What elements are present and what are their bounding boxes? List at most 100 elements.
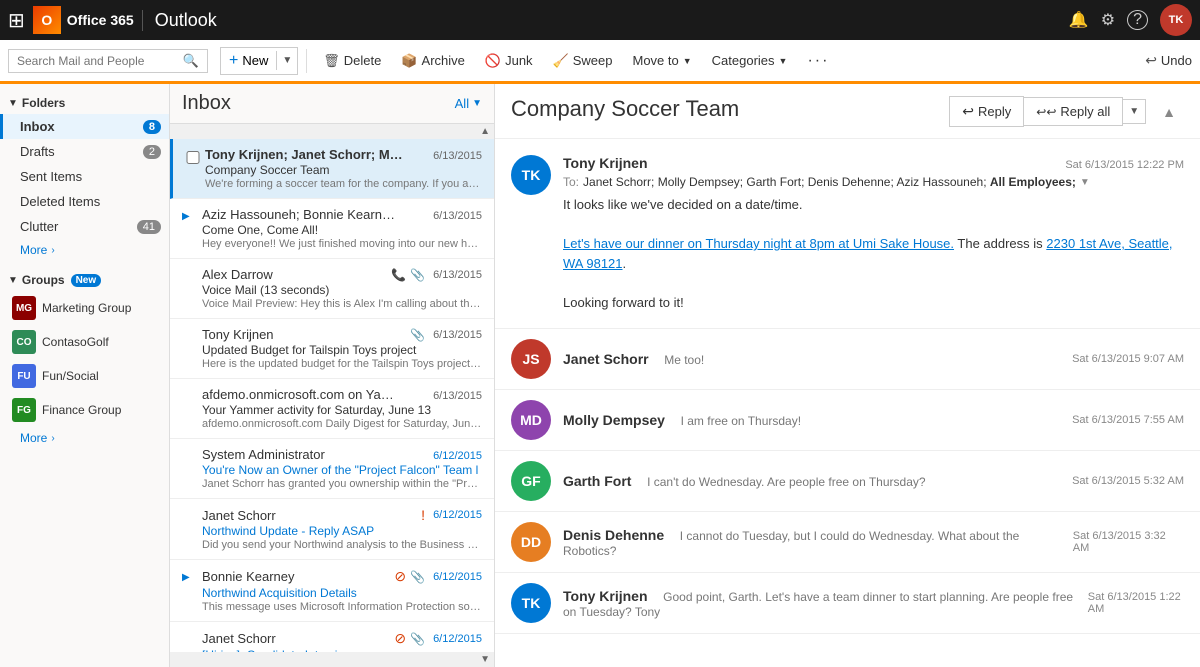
message-item-4[interactable]: GF Garth Fort I can't do Wednesday. Are … bbox=[495, 451, 1200, 512]
msg-sender-3: Molly Dempsey bbox=[563, 412, 665, 428]
folders-more-link[interactable]: More › bbox=[0, 239, 169, 261]
email-subject-3: Voice Mail (13 seconds) bbox=[202, 283, 329, 297]
inbox-count: 8 bbox=[143, 120, 161, 134]
main-layout: ▼ Folders Inbox 8 Drafts 2 Sent Items De… bbox=[0, 84, 1200, 667]
fun-social-avatar: FU bbox=[12, 364, 36, 388]
email-item-3[interactable]: Alex Darrow 📞 📎 6/13/2015 Voice Mail (13… bbox=[170, 259, 494, 319]
reading-pane-header: Company Soccer Team ↩ Reply ↩↩ Reply all… bbox=[495, 84, 1200, 139]
sidebar-item-sent[interactable]: Sent Items bbox=[0, 164, 169, 189]
new-label: New bbox=[242, 53, 268, 68]
email-date-6: 6/12/2015 bbox=[433, 450, 482, 462]
email-subject-1: Company Soccer Team bbox=[205, 163, 330, 177]
sweep-button[interactable]: 🧹 Sweep bbox=[545, 49, 621, 73]
move-to-button[interactable]: Move to ▼ bbox=[625, 49, 700, 72]
msg-sender-6: Tony Krijnen bbox=[563, 588, 648, 604]
msg-avatar-2: JS bbox=[511, 339, 551, 379]
sweep-icon: 🧹 bbox=[553, 53, 569, 69]
marketing-group-avatar: MG bbox=[12, 296, 36, 320]
flag-icon-7: ! bbox=[421, 507, 425, 523]
email-date-7: 6/12/2015 bbox=[433, 509, 482, 521]
list-scroll-up[interactable]: ▲ bbox=[170, 124, 494, 139]
sidebar-item-contasogolf[interactable]: CO ContasoGolf bbox=[0, 325, 169, 359]
message-item-3[interactable]: MD Molly Dempsey I am free on Thursday! … bbox=[495, 390, 1200, 451]
email-item-9[interactable]: Janet Schorr ⊘ 📎 6/12/2015 [Hiring]: Can… bbox=[170, 622, 494, 652]
sidebar-item-clutter[interactable]: Clutter 41 bbox=[0, 214, 169, 239]
reply-all-button[interactable]: ↩↩ Reply all bbox=[1024, 97, 1123, 126]
sidebar-item-inbox[interactable]: Inbox 8 bbox=[0, 114, 169, 139]
archive-button[interactable]: 📦 Archive bbox=[393, 49, 473, 73]
sidebar-item-marketing-group[interactable]: MG Marketing Group bbox=[0, 291, 169, 325]
groups-chevron-icon: ▼ bbox=[8, 275, 18, 286]
expand-recipients-icon[interactable]: ▼ bbox=[1080, 177, 1090, 188]
filter-button[interactable]: All ▼ bbox=[455, 96, 482, 111]
delete-button[interactable]: 🗑 Delete bbox=[315, 49, 389, 73]
junk-button[interactable]: 🚫 Junk bbox=[477, 49, 541, 73]
sidebar-item-finance-group[interactable]: FG Finance Group bbox=[0, 393, 169, 427]
msg-time-4: Sat 6/13/2015 5:32 AM bbox=[1072, 475, 1184, 487]
search-input[interactable] bbox=[17, 54, 183, 68]
msg-avatar-3: MD bbox=[511, 400, 551, 440]
reply-split-button[interactable]: ▼ bbox=[1123, 99, 1146, 124]
email-item-1[interactable]: Tony Krijnen; Janet Schorr; Molly D... 6… bbox=[170, 139, 494, 199]
new-button[interactable]: + New bbox=[221, 48, 276, 74]
reading-pane: Company Soccer Team ↩ Reply ↩↩ Reply all… bbox=[495, 84, 1200, 667]
email-item-7[interactable]: Janet Schorr ! 6/12/2015 Northwind Updat… bbox=[170, 499, 494, 560]
sidebar-item-fun-social[interactable]: FU Fun/Social bbox=[0, 359, 169, 393]
sidebar-item-drafts[interactable]: Drafts 2 bbox=[0, 139, 169, 164]
reply-button[interactable]: ↩ Reply bbox=[949, 96, 1024, 127]
email-preview-3: Voice Mail Preview: Hey this is Alex I'm… bbox=[202, 298, 482, 310]
email-date-3: 6/13/2015 bbox=[433, 269, 482, 281]
reading-pane-body: TK Tony Krijnen Sat 6/13/2015 12:22 PM T… bbox=[495, 139, 1200, 667]
settings-icon[interactable]: ⚙ bbox=[1101, 10, 1115, 30]
email-date-1: 6/13/2015 bbox=[433, 150, 482, 162]
groups-section: ▼ Groups New MG Marketing Group CO Conta… bbox=[0, 269, 169, 449]
user-avatar[interactable]: TK bbox=[1160, 4, 1192, 36]
msg-avatar-5: DD bbox=[511, 522, 551, 562]
help-icon[interactable]: ? bbox=[1127, 10, 1148, 30]
groups-section-header[interactable]: ▼ Groups New bbox=[0, 269, 169, 291]
email-preview-1: We're forming a soccer team for the comp… bbox=[205, 178, 482, 190]
email-date-8: 6/12/2015 bbox=[433, 571, 482, 583]
email-sender-6: System Administrator bbox=[202, 447, 325, 462]
undo-button[interactable]: ↩ Undo bbox=[1145, 52, 1192, 69]
email-item-6[interactable]: System Administrator 6/12/2015 You're No… bbox=[170, 439, 494, 499]
toolbar: 🔍 + New ▼ 🗑 Delete 📦 Archive 🚫 Junk 🧹 Sw… bbox=[0, 40, 1200, 84]
email-checkbox-1[interactable] bbox=[185, 151, 201, 164]
email-item-8[interactable]: ▶ Bonnie Kearney ⊘ 📎 6/12/2015 Northwind… bbox=[170, 560, 494, 622]
groups-more-link[interactable]: More › bbox=[0, 427, 169, 449]
msg-avatar-4: GF bbox=[511, 461, 551, 501]
reply-icon: ↩ bbox=[962, 103, 974, 120]
email-subject-2: Come One, Come All! bbox=[202, 223, 318, 237]
search-box[interactable]: 🔍 bbox=[8, 49, 208, 73]
email-item-2[interactable]: ▶ Aziz Hassouneh; Bonnie Kearney; D... 6… bbox=[170, 199, 494, 259]
sidebar: ▼ Folders Inbox 8 Drafts 2 Sent Items De… bbox=[0, 84, 170, 667]
email-subject-8: Northwind Acquisition Details bbox=[202, 586, 357, 600]
more-button[interactable]: ··· bbox=[799, 48, 837, 74]
email-preview-2: Hey everyone!! We just finished moving i… bbox=[202, 238, 482, 250]
new-split-arrow[interactable]: ▼ bbox=[276, 51, 297, 70]
notification-icon[interactable]: 🔔 bbox=[1069, 10, 1089, 30]
categories-button[interactable]: Categories ▼ bbox=[704, 49, 796, 72]
email-date-5: 6/13/2015 bbox=[433, 390, 482, 402]
email-item-5[interactable]: afdemo.onmicrosoft.com on Yammer 6/13/20… bbox=[170, 379, 494, 439]
msg-sender-2: Janet Schorr bbox=[563, 351, 649, 367]
list-scroll-down[interactable]: ▼ bbox=[170, 652, 494, 667]
message-item-5[interactable]: DD Denis Dehenne I cannot do Tuesday, bu… bbox=[495, 512, 1200, 573]
email-subject-7: Northwind Update - Reply ASAP bbox=[202, 524, 374, 538]
dinner-link[interactable]: Let's have our dinner on Thursday night … bbox=[563, 236, 954, 251]
email-preview-7: Did you send your Northwind analysis to … bbox=[202, 539, 482, 551]
folders-section-header[interactable]: ▼ Folders bbox=[0, 92, 169, 114]
collapse-button[interactable]: ▲ bbox=[1154, 98, 1184, 126]
new-btn-group: + New ▼ bbox=[220, 47, 298, 75]
folders-chevron-icon: ▼ bbox=[8, 98, 18, 109]
block-icon-8: ⊘ bbox=[394, 568, 406, 585]
email-item-4[interactable]: Tony Krijnen 📎 6/13/2015 Updated Budget … bbox=[170, 319, 494, 379]
email-list-items: Tony Krijnen; Janet Schorr; Molly D... 6… bbox=[170, 139, 494, 652]
sidebar-item-deleted[interactable]: Deleted Items bbox=[0, 189, 169, 214]
attachment-icon-9: 📎 bbox=[410, 632, 425, 646]
message-item-2[interactable]: JS Janet Schorr Me too! Sat 6/13/2015 9:… bbox=[495, 329, 1200, 390]
message-item-6[interactable]: TK Tony Krijnen Good point, Garth. Let's… bbox=[495, 573, 1200, 634]
search-icon: 🔍 bbox=[183, 53, 199, 69]
email-sender-3: Alex Darrow bbox=[202, 267, 273, 282]
app-grid-icon[interactable]: ⊞ bbox=[8, 8, 25, 33]
